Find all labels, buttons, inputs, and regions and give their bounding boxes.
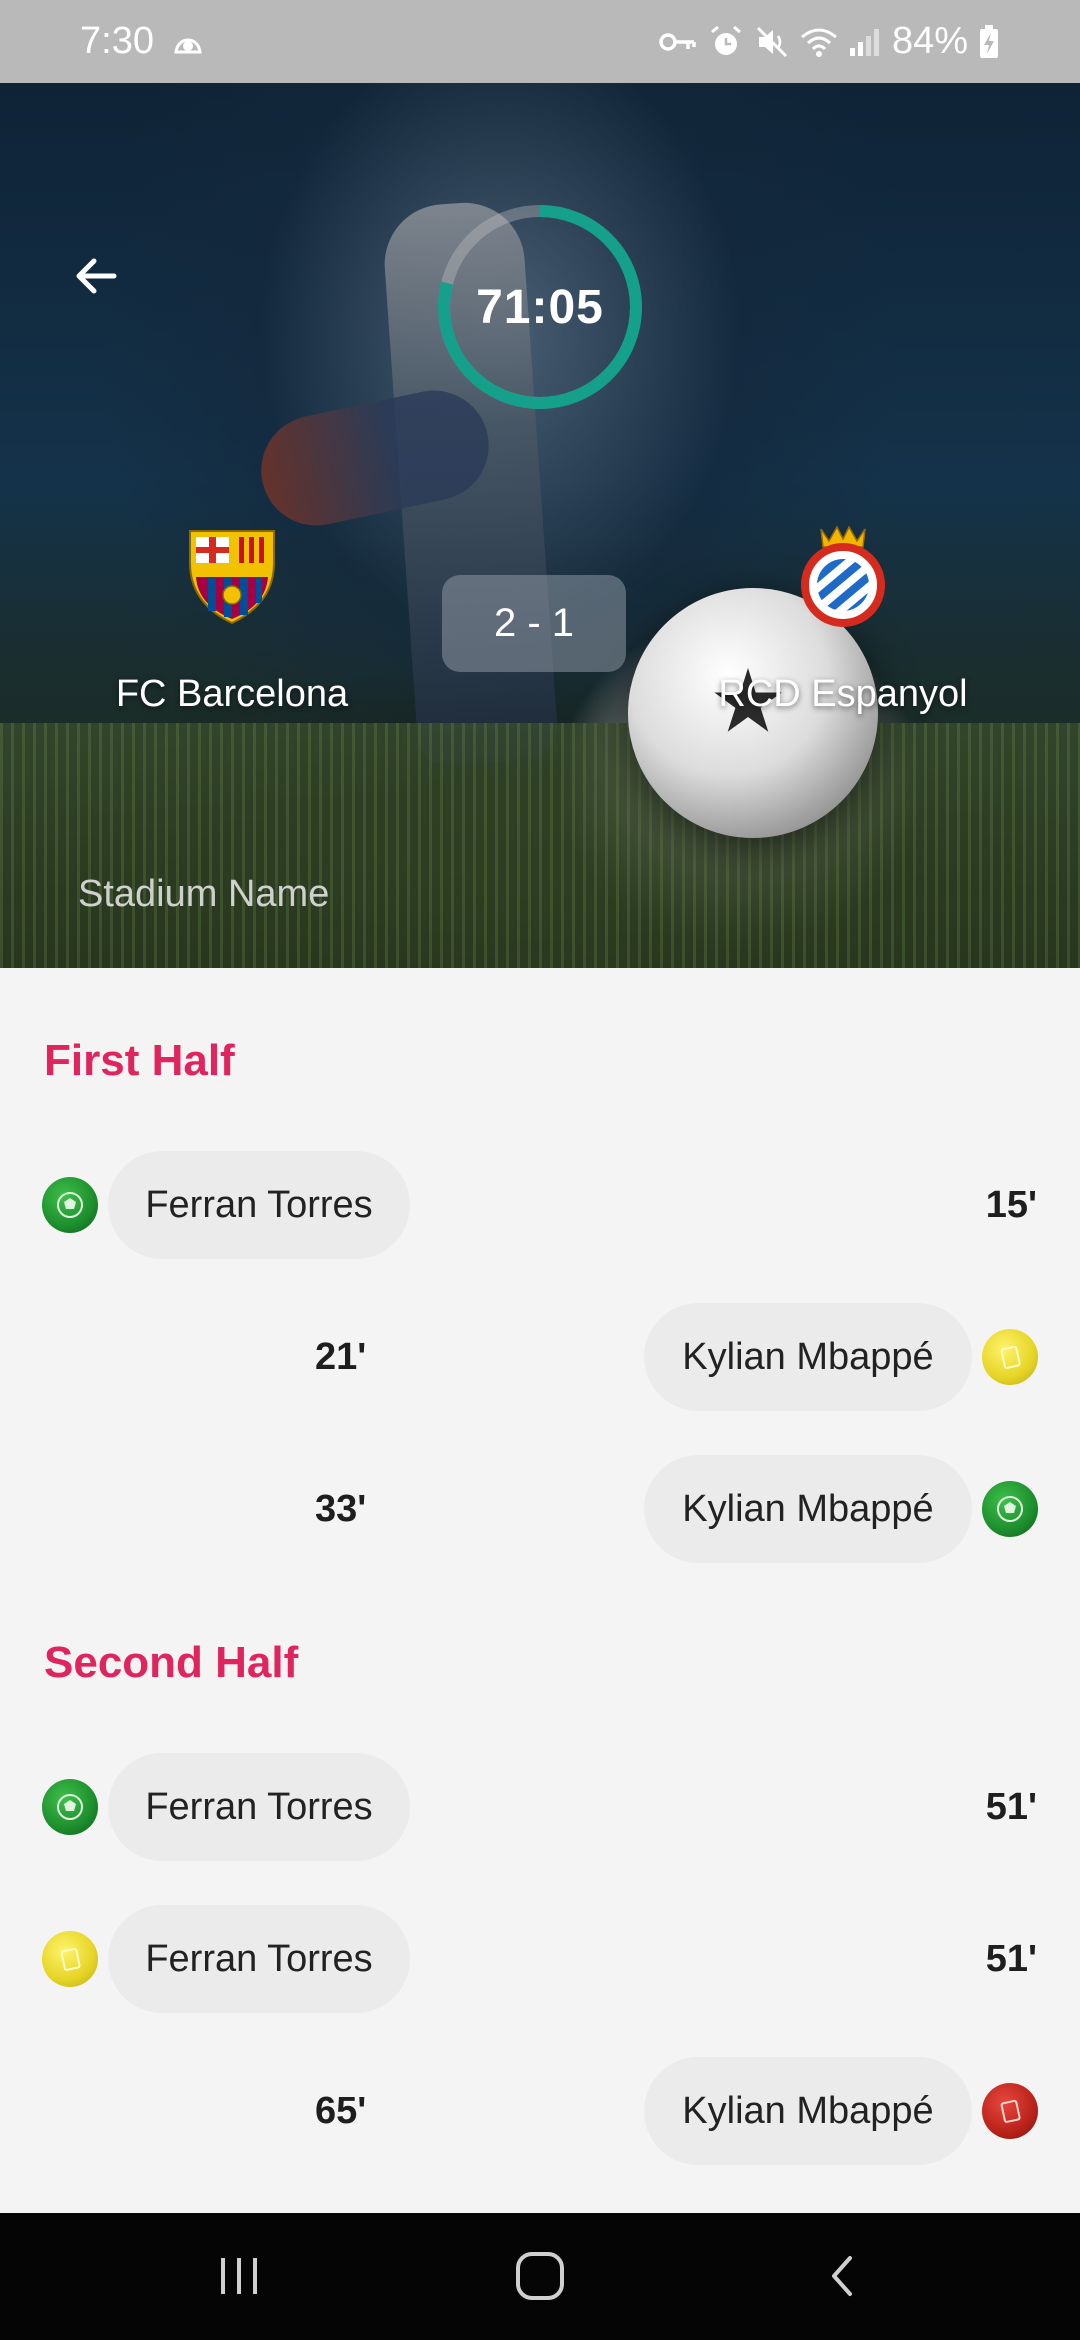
match-events: First Half Ferran Torres 15' 21' Kylian … <box>0 968 1080 2213</box>
home-team-name: FC Barcelona <box>115 673 349 715</box>
yellow-card-icon <box>982 1329 1038 1385</box>
red-card-icon <box>982 2083 1038 2139</box>
recent-apps-icon <box>221 2258 257 2294</box>
arrow-back-icon <box>76 258 117 294</box>
event-minute: 15' <box>985 1183 1037 1226</box>
battery-percent: 84% <box>891 20 968 62</box>
match-hero-banner: 71:05 FC Barcelona 2 - 1 RCD Espanyol St… <box>0 83 1080 968</box>
home-button[interactable] <box>500 2243 580 2309</box>
player-pill: Ferran Torres <box>108 1905 410 2013</box>
status-bar: 7:30 84% <box>0 0 1080 83</box>
player-pill: Kylian Mbappé <box>644 2057 972 2165</box>
away-team[interactable]: RCD Espanyol <box>653 523 1033 716</box>
away-team-name: RCD Espanyol <box>718 673 968 715</box>
player-pill: Ferran Torres <box>108 1151 410 1259</box>
system-back-button[interactable] <box>802 2243 882 2309</box>
rcd-espanyol-crest-icon <box>791 523 895 627</box>
player-pill: Kylian Mbappé <box>644 1455 972 1563</box>
chevron-left-icon <box>832 2256 852 2296</box>
wifi-icon <box>800 25 838 59</box>
fc-barcelona-crest-icon <box>180 523 284 627</box>
back-button[interactable] <box>68 248 124 304</box>
goal-icon <box>982 1481 1038 1537</box>
yellow-card-icon <box>42 1931 98 1987</box>
goal-icon <box>42 1177 98 1233</box>
home-team[interactable]: FC Barcelona <box>42 523 422 716</box>
timer-text: 71:05 <box>476 280 604 334</box>
player-pill: Kylian Mbappé <box>644 1303 972 1411</box>
event-minute: 51' <box>985 1937 1037 1980</box>
event-minute: 65' <box>315 2089 367 2132</box>
hero-pitch <box>0 723 1080 968</box>
event-row[interactable]: Ferran Torres 51' <box>0 1905 1080 2013</box>
match-score: 2 - 1 <box>442 575 626 672</box>
battery-charging-icon <box>978 24 1000 60</box>
event-row[interactable]: Ferran Torres 51' <box>0 1753 1080 1861</box>
event-row[interactable]: 21' Kylian Mbappé <box>0 1303 1080 1411</box>
vpn-key-icon <box>658 28 698 56</box>
recent-apps-button[interactable] <box>200 2243 280 2309</box>
event-minute: 51' <box>985 1785 1037 1828</box>
event-minute: 33' <box>315 1487 367 1530</box>
goal-icon <box>42 1779 98 1835</box>
second-half-title: Second Half <box>44 1638 299 1687</box>
home-icon <box>516 2252 564 2300</box>
event-row[interactable]: 33' Kylian Mbappé <box>0 1455 1080 1563</box>
signal-icon <box>848 26 882 58</box>
alarm-icon <box>708 24 744 60</box>
player-pill: Ferran Torres <box>108 1753 410 1861</box>
first-half-title: First Half <box>44 1036 235 1085</box>
match-details-screen: 7:30 84% 71:05 FC Barcelona 2 - 1 RCD Es… <box>0 0 1080 2340</box>
mute-icon <box>754 24 790 60</box>
match-timer: 71:05 <box>434 201 646 413</box>
event-row[interactable]: Ferran Torres 15' <box>0 1151 1080 1259</box>
status-time: 7:30 <box>80 20 154 62</box>
event-row[interactable]: 65' Kylian Mbappé <box>0 2057 1080 2165</box>
system-navigation-bar <box>0 2213 1080 2340</box>
event-minute: 21' <box>315 1335 367 1378</box>
notification-icon <box>172 26 204 58</box>
stadium-name: Stadium Name <box>78 873 330 915</box>
